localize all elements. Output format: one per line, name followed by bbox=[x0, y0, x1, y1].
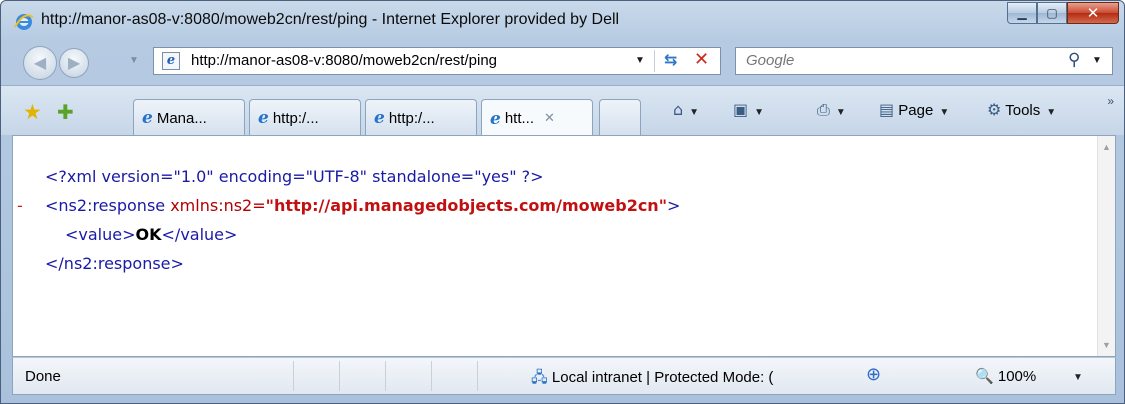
maximize-button[interactable]: ▢ bbox=[1037, 2, 1067, 24]
home-icon: ⌂ bbox=[673, 100, 684, 119]
xml-value-line: <value>OK</value> bbox=[37, 220, 680, 249]
minimize-button[interactable]: ▁ bbox=[1007, 2, 1037, 24]
print-button[interactable]: ⎙ ▼ bbox=[817, 100, 846, 120]
home-dropdown-icon: ▼ bbox=[689, 107, 700, 118]
back-arrow-icon: ◀ bbox=[33, 55, 47, 72]
address-dropdown[interactable]: ▼ bbox=[635, 55, 645, 66]
tab-ie-icon: e bbox=[374, 108, 385, 128]
tab-2[interactable]: e http:/... bbox=[249, 99, 361, 136]
status-panel bbox=[339, 361, 385, 391]
collapse-toggle[interactable]: - bbox=[17, 191, 23, 220]
security-zone-label: Local intranet | Protected Mode: ( bbox=[551, 369, 774, 386]
status-text: Done bbox=[25, 368, 61, 385]
caption-buttons: ▁ ▢ ✕ bbox=[1007, 2, 1119, 26]
status-panel bbox=[293, 361, 339, 391]
zoom-level[interactable]: 🔍 100% bbox=[975, 367, 1036, 385]
feeds-button[interactable]: ▣ ▼ bbox=[733, 100, 764, 119]
tab-1[interactable]: e Mana... bbox=[133, 99, 245, 136]
maximize-icon: ▢ bbox=[1046, 6, 1058, 20]
status-bar: Done 🖧 Local intranet | Protected Mode: … bbox=[12, 357, 1116, 395]
feeds-dropdown-icon: ▼ bbox=[754, 107, 765, 118]
feeds-icon: ▣ bbox=[733, 100, 749, 119]
recent-pages-dropdown[interactable]: ▼ bbox=[129, 55, 139, 66]
print-dropdown-icon: ▼ bbox=[835, 107, 846, 118]
zoom-label: 100% bbox=[997, 368, 1037, 385]
xml-tag-response-close: </ns2:response> bbox=[45, 254, 184, 273]
address-bar[interactable]: e http://manor-as08-v:8080/moweb2cn/rest… bbox=[153, 47, 721, 75]
xml-tag-value-open: <value> bbox=[65, 225, 136, 244]
zoom-icon: 🔍 bbox=[975, 367, 994, 385]
xml-tag-response-open: <ns2:response bbox=[45, 196, 166, 215]
xml-declaration: <?xml version="1.0" encoding="UTF-8" sta… bbox=[45, 167, 544, 186]
search-box[interactable]: Google ⚲ ▼ bbox=[735, 47, 1113, 75]
tab-row: ★ ✚ e Mana... e http:/... e http:/... e … bbox=[1, 85, 1124, 137]
tools-dropdown-icon: ▼ bbox=[1046, 107, 1057, 118]
status-panel bbox=[385, 361, 431, 391]
close-tab-icon[interactable]: ✕ bbox=[544, 111, 555, 126]
tab-3[interactable]: e http:/... bbox=[365, 99, 477, 136]
zoom-dropdown-icon[interactable]: ▼ bbox=[1073, 372, 1083, 383]
tab-label: Mana... bbox=[156, 109, 207, 127]
search-icon[interactable]: ⚲ bbox=[1068, 50, 1080, 70]
tab-label: htt... bbox=[504, 110, 535, 127]
window-title: http://manor-as08-v:8080/moweb2cn/rest/p… bbox=[41, 11, 620, 28]
xml-response-close-line: </ns2:response> bbox=[37, 249, 680, 278]
tools-menu-button[interactable]: ⚙ Tools ▼ bbox=[987, 100, 1056, 119]
gear-icon: ⚙ bbox=[987, 100, 1002, 119]
toolbar-overflow-icon[interactable]: » bbox=[1107, 94, 1114, 108]
status-panel bbox=[431, 361, 477, 391]
address-url[interactable]: http://manor-as08-v:8080/moweb2cn/rest/p… bbox=[191, 52, 497, 69]
page-menu-label: Page bbox=[898, 102, 934, 119]
tab-label: http:/... bbox=[388, 109, 435, 127]
ie-logo-icon bbox=[14, 14, 34, 30]
xml-tag-end: > bbox=[667, 196, 681, 215]
search-placeholder[interactable]: Google bbox=[746, 52, 794, 69]
stop-icon[interactable]: ✕ bbox=[694, 49, 709, 70]
add-favorites-icon[interactable]: ✚ bbox=[57, 100, 74, 124]
xml-declaration-line: <?xml version="1.0" encoding="UTF-8" sta… bbox=[37, 162, 680, 191]
security-zone[interactable]: 🖧 Local intranet | Protected Mode: ( bbox=[531, 367, 773, 392]
print-icon: ⎙ bbox=[817, 100, 830, 119]
page-ie-icon: e bbox=[162, 52, 180, 70]
navigation-row: ◀ ▶ ▼ e http://manor-as08-v:8080/moweb2c… bbox=[1, 41, 1124, 85]
xml-tag-value-close: </value> bbox=[161, 225, 238, 244]
forward-arrow-icon: ▶ bbox=[67, 55, 81, 72]
tab-label: http:/... bbox=[272, 109, 319, 127]
scroll-down-icon[interactable]: ▼ bbox=[1102, 340, 1111, 350]
tab-active[interactable]: e htt... ✕ bbox=[481, 99, 593, 137]
xml-response-open-line: - <ns2:response xmlns:ns2="http://api.ma… bbox=[17, 191, 681, 220]
close-window-button[interactable]: ✕ bbox=[1067, 2, 1119, 24]
page-icon: ▤ bbox=[879, 100, 895, 119]
tab-ie-icon: e bbox=[490, 108, 501, 129]
back-button[interactable]: ◀ bbox=[23, 46, 57, 80]
forward-button[interactable]: ▶ bbox=[59, 48, 89, 78]
tab-ie-icon: e bbox=[142, 108, 153, 128]
scroll-up-icon[interactable]: ▲ bbox=[1102, 142, 1111, 152]
xml-attr-value: "http://api.managedobjects.com/moweb2cn" bbox=[265, 196, 668, 215]
close-icon: ✕ bbox=[1086, 4, 1100, 22]
protected-mode-icon[interactable]: ⊕ bbox=[866, 364, 881, 385]
status-panels bbox=[293, 361, 523, 391]
status-panel bbox=[477, 361, 523, 391]
new-tab-button[interactable] bbox=[599, 99, 641, 136]
search-options-dropdown[interactable]: ▼ bbox=[1092, 55, 1102, 66]
tab-ie-icon: e bbox=[258, 108, 269, 128]
vertical-scrollbar[interactable]: ▲ ▼ bbox=[1097, 136, 1115, 356]
xml-attr-name: xmlns:ns2= bbox=[165, 196, 266, 215]
local-intranet-icon: 🖧 bbox=[531, 368, 548, 386]
favorites-star-icon[interactable]: ★ bbox=[23, 100, 42, 124]
tools-menu-label: Tools bbox=[1005, 102, 1041, 119]
minimize-icon: ▁ bbox=[1017, 6, 1027, 20]
home-button[interactable]: ⌂ ▼ bbox=[673, 100, 699, 119]
xml-document: <?xml version="1.0" encoding="UTF-8" sta… bbox=[17, 162, 681, 278]
page-dropdown-icon: ▼ bbox=[939, 107, 950, 118]
title-bar: http://manor-as08-v:8080/moweb2cn/rest/p… bbox=[1, 1, 1124, 41]
browser-window: http://manor-as08-v:8080/moweb2cn/rest/p… bbox=[0, 0, 1125, 404]
xml-value-text: OK bbox=[135, 225, 162, 244]
page-content: <?xml version="1.0" encoding="UTF-8" sta… bbox=[12, 135, 1116, 357]
refresh-icon[interactable]: ⇆ bbox=[664, 50, 677, 70]
page-menu-button[interactable]: ▤ Page ▼ bbox=[879, 100, 949, 119]
address-separator bbox=[654, 50, 655, 72]
